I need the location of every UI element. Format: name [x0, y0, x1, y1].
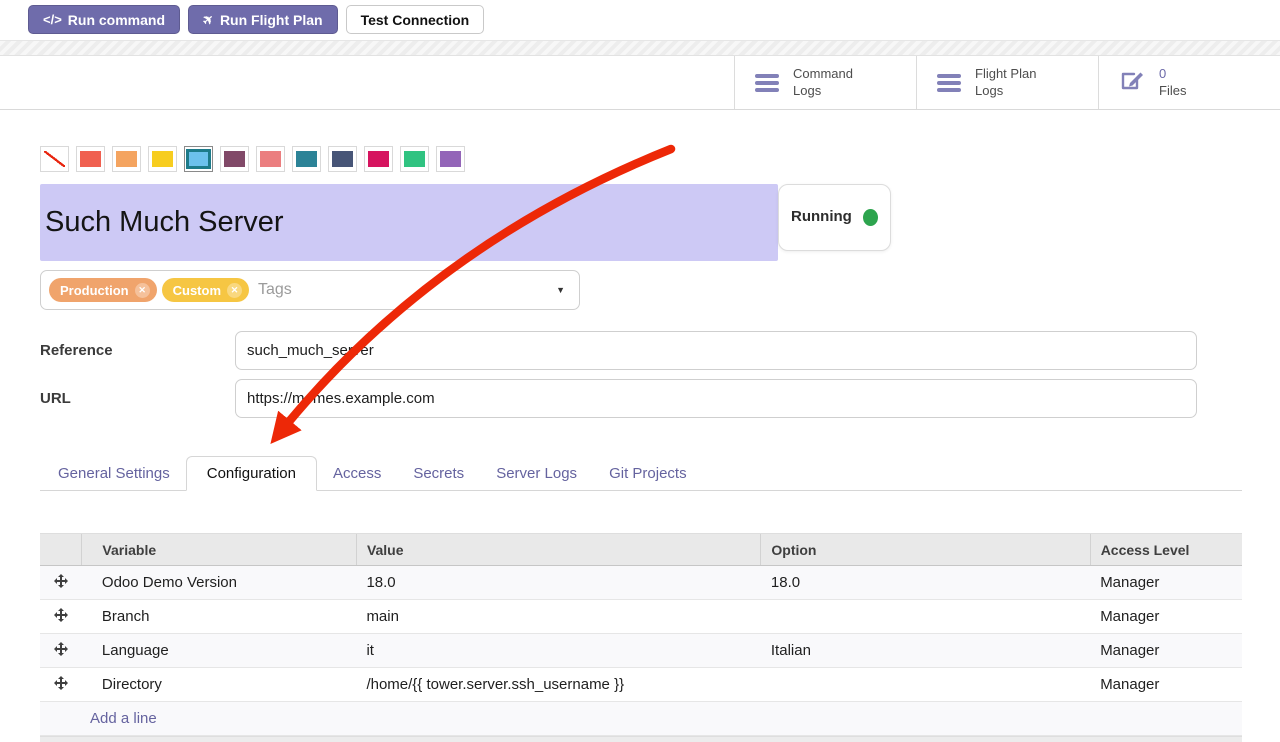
color-swatch-red[interactable]	[76, 146, 105, 172]
tab-access[interactable]: Access	[317, 457, 397, 490]
files-count: 0	[1159, 66, 1166, 81]
color-palette	[40, 146, 1242, 172]
column-header-value: Value	[356, 534, 760, 566]
tab-git-projects[interactable]: Git Projects	[593, 457, 703, 490]
table-footer-strip	[40, 736, 1242, 742]
table-row[interactable]: Directory /home/{{ tower.server.ssh_user…	[40, 668, 1242, 702]
cell-access-level[interactable]: Manager	[1090, 600, 1242, 634]
flight-plan-logs-button[interactable]: Flight Plan Logs	[916, 56, 1098, 109]
color-swatch-yellow[interactable]	[148, 146, 177, 172]
color-swatch-salmon[interactable]	[256, 146, 285, 172]
drag-handle-icon[interactable]	[40, 668, 82, 702]
notebook-tabs: General Settings Configuration Access Se…	[40, 454, 1242, 491]
files-label: 0 Files	[1159, 66, 1186, 100]
cell-option[interactable]: Italian	[761, 634, 1090, 668]
tab-general-settings[interactable]: General Settings	[42, 457, 186, 490]
column-header-access-level: Access Level	[1090, 534, 1242, 566]
tag-production: Production ✕	[49, 278, 157, 302]
url-field[interactable]	[235, 379, 1197, 418]
cell-value[interactable]: 18.0	[356, 566, 760, 600]
top-toolbar: </> Run command ✈ Run Flight Plan Test C…	[0, 0, 1280, 40]
flight-plan-logs-label: Flight Plan Logs	[975, 66, 1036, 100]
run-flight-plan-label: Run Flight Plan	[220, 12, 323, 28]
cell-option[interactable]	[761, 668, 1090, 702]
cell-variable[interactable]: Branch	[82, 600, 357, 634]
tab-server-logs[interactable]: Server Logs	[480, 457, 593, 490]
add-a-line-link[interactable]: Add a line	[90, 710, 157, 727]
reference-label: Reference	[40, 342, 235, 359]
tab-configuration[interactable]: Configuration	[186, 456, 317, 491]
status-label: Running	[791, 207, 847, 227]
chevron-down-icon[interactable]: ▼	[556, 285, 565, 295]
cell-access-level[interactable]: Manager	[1090, 634, 1242, 668]
test-connection-label: Test Connection	[361, 12, 470, 28]
statusbar-strip	[0, 40, 1280, 56]
tab-secrets[interactable]: Secrets	[397, 457, 480, 490]
color-swatch-teal[interactable]	[292, 146, 321, 172]
table-row[interactable]: Odoo Demo Version 18.0 18.0 Manager	[40, 566, 1242, 600]
color-swatch-dark-purple[interactable]	[220, 146, 249, 172]
cell-value[interactable]: it	[356, 634, 760, 668]
cell-variable[interactable]: Language	[82, 634, 357, 668]
remove-tag-icon[interactable]: ✕	[227, 283, 242, 298]
cell-value[interactable]: /home/{{ tower.server.ssh_username }}	[356, 668, 760, 702]
run-command-label: Run command	[68, 12, 165, 28]
reference-field[interactable]	[235, 331, 1197, 370]
form-sheet: Such Much Server Running Production ✕ Cu…	[0, 146, 1280, 742]
cell-option[interactable]	[761, 600, 1090, 634]
record-title[interactable]: Such Much Server	[40, 184, 778, 261]
files-button[interactable]: 0 Files	[1098, 56, 1280, 109]
cell-option[interactable]: 18.0	[761, 566, 1090, 600]
command-logs-label: Command Logs	[793, 66, 853, 100]
cell-variable[interactable]: Directory	[82, 668, 357, 702]
table-row[interactable]: Branch main Manager	[40, 600, 1242, 634]
tags-input[interactable]: Production ✕ Custom ✕ Tags ▼	[40, 270, 580, 310]
drag-column-header	[40, 534, 82, 566]
color-swatch-dark-blue[interactable]	[328, 146, 357, 172]
edit-icon	[1119, 67, 1145, 98]
command-logs-button[interactable]: Command Logs	[734, 56, 916, 109]
run-flight-plan-button[interactable]: ✈ Run Flight Plan	[188, 5, 338, 34]
color-swatch-none[interactable]	[40, 146, 69, 172]
color-swatch-purple[interactable]	[436, 146, 465, 172]
color-swatch-light-blue[interactable]	[184, 146, 213, 172]
url-label: URL	[40, 390, 235, 407]
plane-icon: ✈	[199, 10, 218, 29]
code-icon: </>	[43, 12, 62, 27]
cell-access-level[interactable]: Manager	[1090, 668, 1242, 702]
color-swatch-fuchsia[interactable]	[364, 146, 393, 172]
drag-handle-icon[interactable]	[40, 600, 82, 634]
run-command-button[interactable]: </> Run command	[28, 5, 180, 34]
configuration-table: Variable Value Option Access Level Odoo …	[40, 533, 1242, 736]
cell-access-level[interactable]: Manager	[1090, 566, 1242, 600]
test-connection-button[interactable]: Test Connection	[346, 5, 485, 34]
tags-placeholder: Tags	[258, 281, 292, 299]
column-header-variable: Variable	[82, 534, 357, 566]
list-icon	[937, 74, 961, 92]
color-swatch-orange[interactable]	[112, 146, 141, 172]
status-badge: Running	[778, 184, 891, 251]
drag-handle-icon[interactable]	[40, 566, 82, 600]
table-row[interactable]: Language it Italian Manager	[40, 634, 1242, 668]
drag-handle-icon[interactable]	[40, 634, 82, 668]
tag-custom: Custom ✕	[162, 278, 249, 302]
column-header-option: Option	[761, 534, 1090, 566]
list-icon	[755, 74, 779, 92]
add-line-row: Add a line	[40, 702, 1242, 736]
color-swatch-green[interactable]	[400, 146, 429, 172]
remove-tag-icon[interactable]: ✕	[135, 283, 150, 298]
status-dot-icon	[863, 209, 878, 226]
cell-variable[interactable]: Odoo Demo Version	[82, 566, 357, 600]
table-header-row: Variable Value Option Access Level	[40, 534, 1242, 566]
cell-value[interactable]: main	[356, 600, 760, 634]
form-header: Command Logs Flight Plan Logs 0 Files	[0, 56, 1280, 110]
